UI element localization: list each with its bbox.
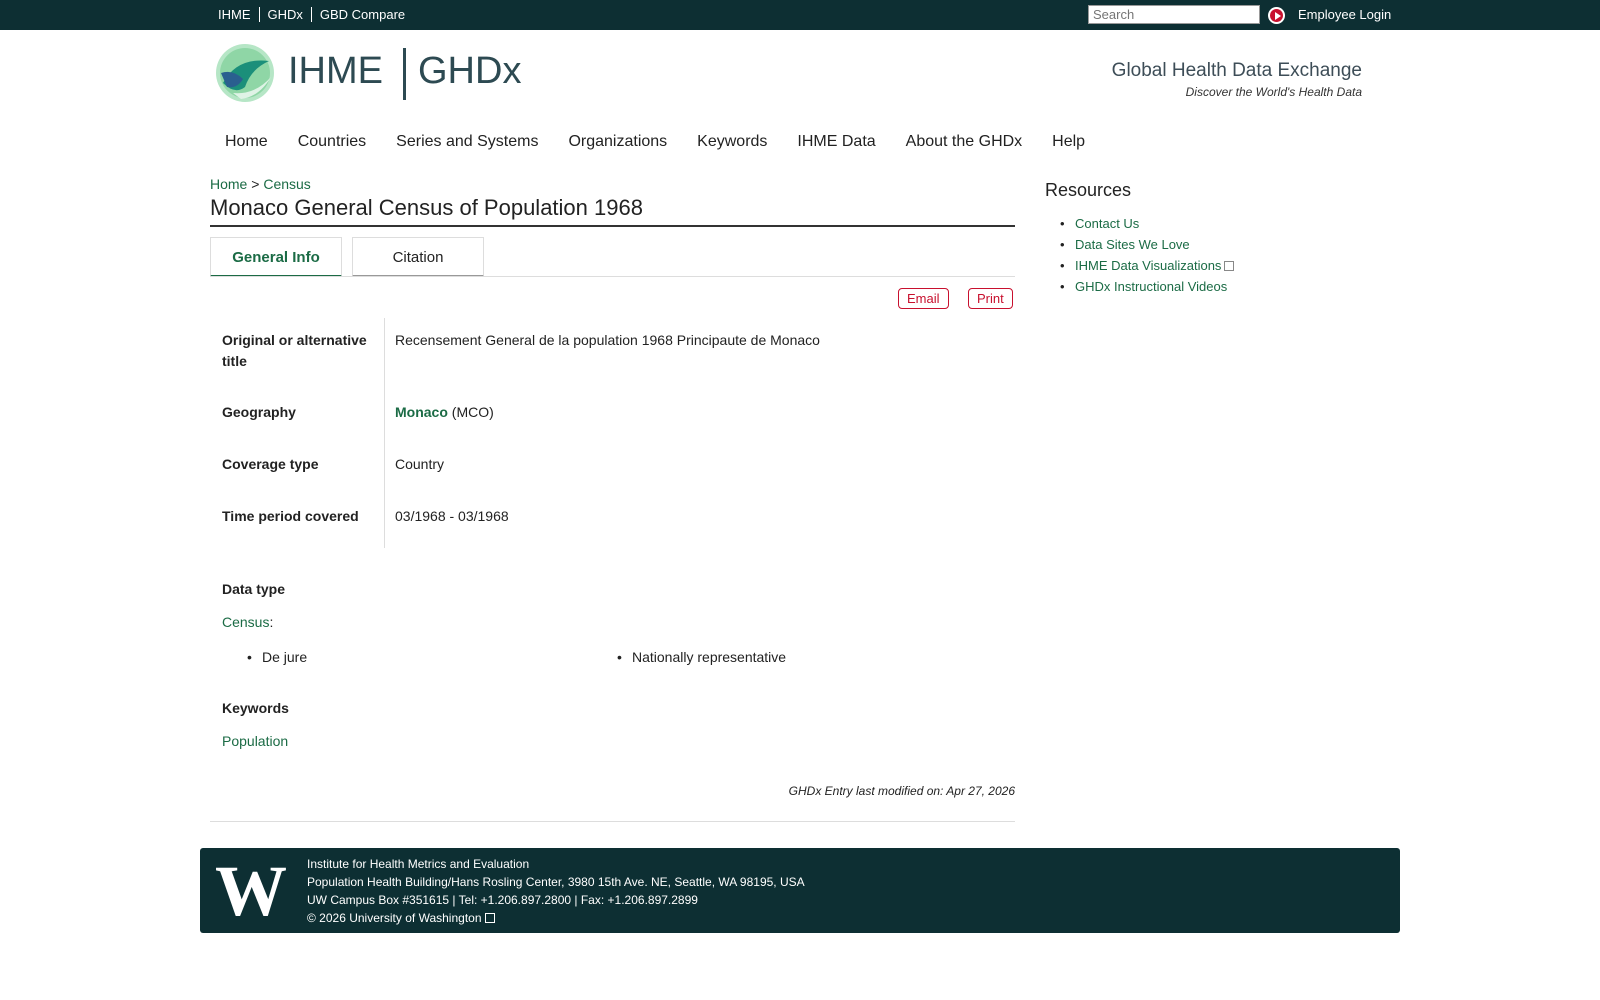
data-type-item-de-jure: De jure (247, 649, 307, 665)
time-period-value: 03/1968 - 03/1968 (395, 508, 509, 524)
resource-instructional-videos[interactable]: GHDx Instructional Videos (1060, 279, 1227, 294)
resource-data-sites[interactable]: Data Sites We Love (1060, 237, 1190, 252)
logo-ghdx-text: GHDx (418, 50, 522, 92)
info-fields: Original or alternative title Recensemen… (210, 318, 1015, 546)
nav-countries[interactable]: Countries (298, 133, 366, 151)
top-links: IHME GHDx GBD Compare (218, 7, 413, 22)
email-button[interactable]: Email (898, 288, 949, 309)
uw-logo-icon[interactable]: W (215, 855, 287, 927)
nav-ihme-data[interactable]: IHME Data (797, 133, 875, 151)
data-type-item-nationally-representative: Nationally representative (617, 649, 786, 665)
logo-ihme-text: IHME (288, 50, 383, 92)
content-bottom-divider (210, 821, 1015, 822)
footer-text: Institute for Health Metrics and Evaluat… (307, 855, 805, 927)
nav-home[interactable]: Home (225, 133, 268, 151)
breadcrumb-separator: > (251, 176, 260, 192)
alt-title-value: Recensement General de la population 196… (395, 332, 820, 348)
tab-underline (210, 276, 1015, 277)
footer-line-institute: Institute for Health Metrics and Evaluat… (307, 857, 530, 871)
geography-value: Monaco (MCO) (395, 402, 494, 423)
keywords-label: Keywords (222, 700, 289, 716)
tab-general-info[interactable]: General Info (210, 237, 342, 277)
employee-login-link[interactable]: Employee Login (1298, 7, 1391, 22)
footer-line-contact: UW Campus Box #351615 | Tel: +1.206.897.… (307, 893, 698, 907)
logo-divider (403, 48, 406, 100)
resource-ihme-visualizations-row: IHME Data Visualizations (1060, 258, 1235, 273)
breadcrumb-home[interactable]: Home (210, 176, 247, 192)
data-type-label: Data type (222, 581, 286, 597)
field-row-coverage: Coverage type Country (210, 442, 1015, 494)
nav-series-and-systems[interactable]: Series and Systems (396, 133, 538, 151)
nav-keywords[interactable]: Keywords (697, 133, 767, 151)
top-link-gbd-compare[interactable]: GBD Compare (310, 7, 413, 22)
data-type-census-link[interactable]: Census (222, 614, 269, 630)
data-type-value: Census: (222, 614, 273, 630)
top-bar: IHME GHDx GBD Compare Employee Login (0, 0, 1600, 30)
page-title: Monaco General Census of Population 1968 (210, 195, 1015, 227)
alt-title-label: Original or alternative title (222, 332, 367, 369)
main-nav: Home Countries Series and Systems Organi… (225, 133, 1115, 151)
nav-help[interactable]: Help (1052, 133, 1085, 151)
site-subtagline: Discover the World's Health Data (1185, 85, 1362, 99)
footer-line-copyright: © 2026 University of Washington (307, 909, 805, 927)
site-tagline: Global Health Data Exchange (1111, 60, 1362, 81)
geography-code: (MCO) (451, 404, 494, 420)
data-type-colon: : (269, 614, 274, 630)
field-row-alt-title: Original or alternative title Recensemen… (210, 318, 1015, 390)
resources-title: Resources (1045, 180, 1132, 200)
keyword-population-link[interactable]: Population (222, 733, 288, 749)
ihme-logo-icon[interactable] (215, 43, 275, 103)
search-input[interactable] (1088, 5, 1260, 24)
external-link-icon (484, 913, 495, 923)
geography-label: Geography (222, 404, 296, 420)
search-submit-icon[interactable] (1268, 7, 1285, 24)
coverage-label: Coverage type (222, 456, 319, 472)
nav-organizations[interactable]: Organizations (568, 133, 667, 151)
time-period-label: Time period covered (222, 508, 359, 524)
geography-link[interactable]: Monaco (395, 404, 448, 420)
nav-about-ghdx[interactable]: About the GHDx (906, 133, 1023, 151)
top-link-ihme[interactable]: IHME (218, 7, 259, 22)
footer-line-address: Population Health Building/Hans Rosling … (307, 875, 805, 889)
field-row-geography: Geography Monaco (MCO) (210, 390, 1015, 442)
coverage-value: Country (395, 456, 445, 472)
footer-copyright: © 2026 (307, 911, 346, 925)
footer-uw-link[interactable]: University of Washington (349, 911, 481, 925)
tab-citation[interactable]: Citation (352, 237, 484, 277)
field-row-time-period: Time period covered 03/1968 - 03/1968 (210, 494, 1015, 546)
footer: W Institute for Health Metrics and Evalu… (200, 848, 1400, 933)
breadcrumb: Home > Census (210, 176, 311, 192)
resource-contact-us[interactable]: Contact Us (1060, 216, 1139, 231)
last-modified: GHDx Entry last modified on: Apr 27, 202… (788, 784, 1015, 798)
top-link-ghdx[interactable]: GHDx (258, 7, 311, 22)
print-button[interactable]: Print (968, 288, 1013, 309)
resource-ihme-visualizations[interactable]: IHME Data Visualizations (1075, 258, 1221, 273)
external-link-icon (1224, 261, 1235, 271)
breadcrumb-census[interactable]: Census (263, 176, 310, 192)
